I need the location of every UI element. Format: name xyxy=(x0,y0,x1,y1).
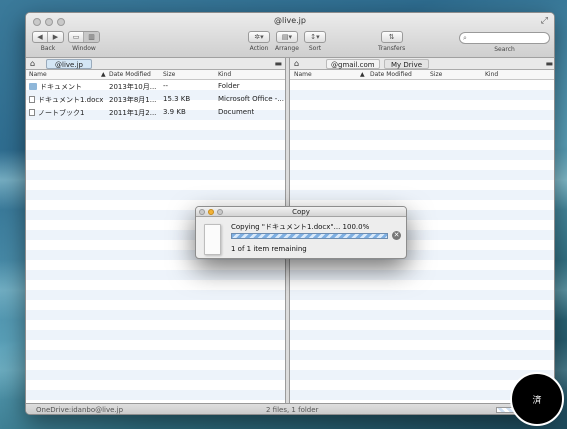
left-column-header: Name ▲ Date Modified Size Kind xyxy=(26,70,285,80)
row-date: 2013年8月1... xyxy=(109,96,157,104)
row-size: 3.9 KB xyxy=(163,108,186,116)
copy-dialog: Copy Copying "ドキュメント1.docx"... 100.0% ✕ … xyxy=(195,206,407,259)
row-kind: Document xyxy=(218,108,255,116)
window-view-group: ▭ ▥ Window xyxy=(68,31,100,52)
sort-group: ↕▾ Sort xyxy=(304,31,326,52)
right-path-bar: ⌂ @gmail.com My Drive ▬ xyxy=(290,58,554,70)
arrange-icon[interactable]: ▤▾ xyxy=(277,32,297,42)
row-date: 2013年10月... xyxy=(109,83,157,91)
col-date[interactable]: Date Modified xyxy=(370,71,412,78)
sort-arrow-icon: ▲ xyxy=(101,71,106,78)
row-kind: Microsoft Office -... xyxy=(218,95,284,103)
left-account-tab[interactable]: @live.jp xyxy=(46,59,92,69)
col-size[interactable]: Size xyxy=(430,71,442,78)
list-item[interactable]: ドキュメント1.docx 2013年8月1... 15.3 KB Microso… xyxy=(26,93,285,106)
col-name[interactable]: Name xyxy=(294,71,312,78)
search-input[interactable]: ⌕ xyxy=(459,32,550,44)
copy-message: Copying "ドキュメント1.docx"... 100.0% xyxy=(231,223,370,231)
document-icon xyxy=(204,224,221,255)
search-icon: ⌕ xyxy=(463,34,467,42)
dialog-minimize-button[interactable] xyxy=(208,209,214,215)
single-pane-icon[interactable]: ▭ xyxy=(69,32,84,42)
document-icon xyxy=(29,109,35,116)
action-label: Action xyxy=(249,45,269,52)
document-icon xyxy=(29,96,35,103)
disk-icon[interactable]: ▬ xyxy=(274,59,282,68)
dialog-zoom-button[interactable] xyxy=(217,209,223,215)
window-title: @live.jp xyxy=(274,16,306,25)
status-account: OneDrive:idanbo@live.jp xyxy=(36,406,124,414)
action-group: ✲▾ Action xyxy=(248,31,270,52)
row-kind: Folder xyxy=(218,82,240,90)
watermark-logo: 済 xyxy=(510,372,564,426)
back-label: Back xyxy=(40,45,56,52)
row-size: 15.3 KB xyxy=(163,95,191,103)
sort-icon[interactable]: ↕▾ xyxy=(305,32,325,42)
my-drive-tab[interactable]: My Drive xyxy=(384,59,430,69)
transfers-label: Transfers xyxy=(378,45,406,52)
row-date: 2011年1月2... xyxy=(109,109,157,117)
disk-icon[interactable]: ▬ xyxy=(545,59,553,68)
transfers-group: ⇅ Transfers xyxy=(378,31,405,52)
home-icon[interactable]: ⌂ xyxy=(30,59,35,68)
sort-label: Sort xyxy=(308,45,322,52)
back-forward-group: ◀ ▶ Back xyxy=(32,31,64,52)
transfers-icon[interactable]: ⇅ xyxy=(382,32,402,42)
dual-pane-icon[interactable]: ▥ xyxy=(84,32,99,42)
col-kind[interactable]: Kind xyxy=(485,71,498,78)
status-summary: 2 files, 1 folder xyxy=(266,406,319,414)
right-column-header: Name ▲ Date Modified Size Kind xyxy=(290,70,554,80)
copy-progress-bar xyxy=(231,233,388,239)
dialog-close-button[interactable] xyxy=(199,209,205,215)
fullscreen-icon[interactable]: ⤢ xyxy=(541,16,548,26)
gear-icon[interactable]: ✲▾ xyxy=(249,32,269,42)
dialog-title: Copy xyxy=(292,208,310,216)
home-icon[interactable]: ⌂ xyxy=(294,59,299,68)
col-size[interactable]: Size xyxy=(163,71,175,78)
window-label: Window xyxy=(72,45,96,52)
forward-arrow-icon[interactable]: ▶ xyxy=(48,32,63,42)
list-item[interactable]: ドキュメント 2013年10月... -- Folder xyxy=(26,80,285,93)
left-path-bar: ⌂ @live.jp ▬ xyxy=(26,58,285,70)
sort-arrow-icon: ▲ xyxy=(360,71,365,78)
title-bar: @live.jp ⤢ ◀ ▶ Back ▭ ▥ Window ✲▾ Action ▤… xyxy=(26,13,554,58)
back-arrow-icon[interactable]: ◀ xyxy=(33,32,48,42)
col-date[interactable]: Date Modified xyxy=(109,71,151,78)
folder-icon xyxy=(29,83,37,90)
status-bar: OneDrive:idanbo@live.jp 2 files, 1 folde… xyxy=(26,403,554,414)
list-item[interactable]: ノートブック1 2011年1月2... 3.9 KB Document xyxy=(26,106,285,119)
col-kind[interactable]: Kind xyxy=(218,71,231,78)
copy-progress-fill xyxy=(232,234,387,238)
arrange-label: Arrange xyxy=(275,45,299,52)
right-account-tab[interactable]: @gmail.com xyxy=(326,59,380,69)
copy-remaining: 1 of 1 item remaining xyxy=(231,245,307,253)
row-size: -- xyxy=(163,82,169,90)
col-name[interactable]: Name xyxy=(29,71,47,78)
arrange-group: ▤▾ Arrange xyxy=(275,31,299,52)
dialog-title-bar: Copy xyxy=(196,207,406,217)
cancel-copy-icon[interactable]: ✕ xyxy=(392,231,401,240)
search-label: Search xyxy=(494,46,515,53)
